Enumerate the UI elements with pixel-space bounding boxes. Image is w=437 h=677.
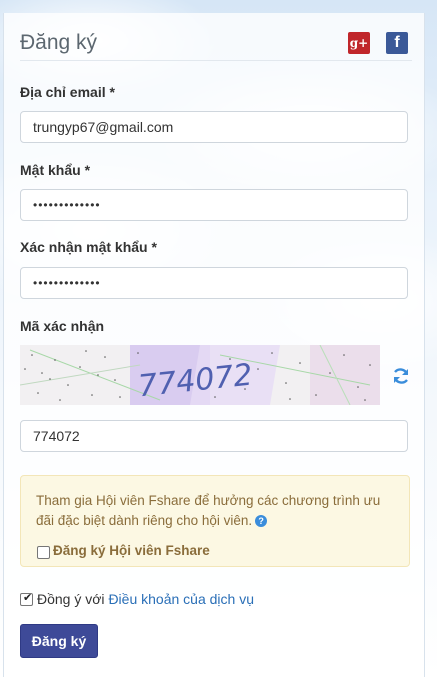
register-panel: Đăng ký g+ f Địa chỉ email * trungyp67@g… bbox=[3, 13, 425, 677]
agree-text: Đồng ý với Điều khoản của dịch vụ bbox=[37, 591, 254, 607]
email-label: Địa chỉ email * bbox=[20, 84, 115, 100]
terms-link[interactable]: Điều khoản của dịch vụ bbox=[108, 591, 254, 607]
vip-notice-text: Tham gia Hội viên Fshare để hưởng các ch… bbox=[36, 493, 381, 528]
confirm-password-field[interactable]: ••••••••••••• bbox=[20, 267, 408, 299]
page-title: Đăng ký bbox=[20, 31, 98, 54]
vip-checkbox[interactable] bbox=[37, 546, 50, 559]
divider bbox=[20, 60, 412, 61]
facebook-icon[interactable]: f bbox=[386, 32, 408, 54]
google-plus-icon[interactable]: g+ bbox=[348, 32, 370, 54]
agree-checkbox[interactable]: ✔ bbox=[20, 592, 33, 606]
question-circle-icon[interactable]: ? bbox=[255, 515, 268, 528]
captcha-input[interactable]: 774072 bbox=[20, 420, 408, 452]
refresh-icon[interactable] bbox=[391, 366, 411, 386]
captcha-image: 774072 bbox=[20, 345, 380, 405]
register-button[interactable]: Đăng ký bbox=[20, 624, 98, 658]
email-field[interactable]: trungyp67@gmail.com bbox=[20, 111, 408, 143]
vip-checkbox-label[interactable]: Đăng ký Hội viên Fshare bbox=[53, 543, 210, 558]
vip-notice: Tham gia Hội viên Fshare để hưởng các ch… bbox=[20, 475, 410, 567]
password-field[interactable]: ••••••••••••• bbox=[20, 189, 408, 221]
captcha-label: Mã xác nhận bbox=[20, 318, 105, 334]
check-icon: ✔ bbox=[23, 592, 33, 604]
confirm-password-label: Xác nhận mật khẩu * bbox=[20, 239, 157, 255]
password-label: Mật khẩu * bbox=[20, 162, 91, 178]
